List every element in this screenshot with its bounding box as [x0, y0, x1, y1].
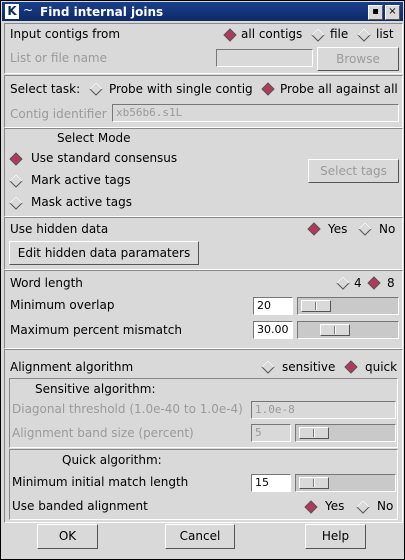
- select-tags-button[interactable]: Select tags: [308, 159, 399, 183]
- alignment-panel: Alignment algorithm sensitive quick Sens…: [4, 349, 403, 523]
- radio-word-8-label: 8: [387, 276, 395, 290]
- diagonal-threshold-label: Diagonal threshold (1.0e-40 to 1.0e-4): [12, 402, 243, 416]
- min-overlap-slider-thumb[interactable]: [301, 300, 331, 312]
- word-length-panel: Word length 4 8 Minimum overlap 20 Maxim…: [4, 270, 403, 349]
- band-size-input[interactable]: 5: [251, 424, 291, 442]
- browse-button[interactable]: Browse: [317, 47, 399, 71]
- min-match-length-slider-thumb[interactable]: [299, 477, 329, 489]
- contig-id-label: Contig identifier: [10, 107, 107, 121]
- max-mismatch-input[interactable]: 30.00: [253, 321, 293, 339]
- min-match-length-slider[interactable]: [295, 474, 396, 492]
- radio-mark-tags-label: Mark active tags: [31, 173, 131, 187]
- cancel-button[interactable]: Cancel: [165, 524, 235, 549]
- list-file-input[interactable]: [216, 49, 313, 67]
- radio-sensitive[interactable]: [261, 360, 275, 374]
- list-file-label: List or file name: [10, 51, 108, 65]
- title-bar[interactable]: K ~ Find internal joins ▪ ×: [2, 2, 403, 21]
- min-match-length-input[interactable]: 15: [251, 474, 291, 492]
- max-mismatch-slider[interactable]: [297, 321, 399, 339]
- input-contigs-label: Input contigs from: [10, 27, 121, 41]
- ok-button[interactable]: OK: [37, 524, 98, 549]
- radio-all-contigs-label: all contigs: [241, 27, 303, 41]
- min-overlap-input[interactable]: 20: [253, 297, 293, 315]
- word-length-label: Word length: [10, 276, 83, 290]
- radio-hidden-no[interactable]: [358, 222, 372, 236]
- max-mismatch-label: Maximum percent mismatch: [10, 323, 182, 337]
- min-overlap-label: Minimum overlap: [10, 298, 115, 312]
- band-size-label: Alignment band size (percent): [12, 426, 194, 440]
- quick-algorithm-panel: Quick algorithm: Minimum initial match l…: [9, 449, 398, 520]
- radio-banded-yes-label: Yes: [325, 499, 345, 513]
- min-overlap-slider[interactable]: [297, 297, 399, 315]
- max-mismatch-slider-thumb[interactable]: [320, 324, 350, 336]
- radio-word-4[interactable]: [336, 276, 350, 290]
- sensitive-algorithm-title: Sensitive algorithm:: [35, 382, 156, 396]
- band-size-slider-thumb[interactable]: [299, 427, 329, 439]
- radio-banded-no[interactable]: [356, 500, 370, 514]
- radio-hidden-yes[interactable]: [307, 222, 321, 236]
- hidden-data-panel: Use hidden data Yes No Edit hidden data …: [4, 217, 403, 270]
- edit-hidden-params-button[interactable]: Edit hidden data paramaters: [9, 241, 199, 265]
- radio-probe-all-label: Probe all against all: [280, 82, 398, 96]
- radio-standard-consensus-label: Use standard consensus: [31, 151, 178, 165]
- window-menu-icon[interactable]: ~: [23, 3, 33, 17]
- select-task-label: Select task:: [10, 82, 81, 96]
- radio-banded-yes[interactable]: [304, 500, 318, 514]
- radio-quick-label: quick: [365, 360, 398, 374]
- dialog-window: K ~ Find internal joins ▪ × Input contig…: [0, 0, 405, 560]
- radio-word-8[interactable]: [367, 276, 381, 290]
- help-button[interactable]: Help: [305, 524, 366, 549]
- radio-mark-tags[interactable]: [9, 174, 23, 188]
- radio-hidden-no-label: No: [379, 222, 396, 236]
- quick-algorithm-title: Quick algorithm:: [62, 453, 162, 467]
- app-logo-icon[interactable]: K: [5, 4, 19, 19]
- min-match-length-label: Minimum initial match length: [12, 475, 189, 489]
- radio-word-4-label: 4: [354, 276, 362, 290]
- task-panel: Select task: Probe with single contig Pr…: [4, 75, 403, 128]
- input-panel: Input contigs from all contigs file list…: [4, 23, 403, 74]
- radio-file-label: file: [330, 27, 349, 41]
- diagonal-threshold-input[interactable]: 1.0e-8: [251, 401, 396, 419]
- radio-sensitive-label: sensitive: [282, 360, 336, 374]
- radio-mask-tags-label: Mask active tags: [31, 195, 132, 209]
- select-mode-title: Select Mode: [57, 131, 131, 145]
- contig-id-input[interactable]: xb56b6.s1L: [112, 104, 399, 122]
- radio-file[interactable]: [311, 28, 325, 42]
- radio-probe-all[interactable]: [261, 82, 275, 96]
- radio-mask-tags[interactable]: [9, 196, 23, 210]
- alignment-algorithm-label: Alignment algorithm: [10, 360, 134, 374]
- banded-alignment-label: Use banded alignment: [12, 499, 148, 513]
- sensitive-algorithm-panel: Sensitive algorithm: Diagonal threshold …: [9, 378, 398, 448]
- radio-hidden-yes-label: Yes: [328, 222, 348, 236]
- radio-standard-consensus[interactable]: [9, 152, 23, 166]
- mode-panel: Select Mode Use standard consensus Mark …: [4, 128, 403, 217]
- window-title: Find internal joins: [40, 5, 164, 19]
- radio-list-label: list: [376, 27, 394, 41]
- radio-banded-no-label: No: [377, 499, 394, 513]
- radio-quick[interactable]: [344, 360, 358, 374]
- hidden-data-label: Use hidden data: [10, 222, 109, 236]
- radio-probe-single-label: Probe with single contig: [109, 82, 253, 96]
- band-size-slider[interactable]: [295, 424, 396, 442]
- radio-all-contigs[interactable]: [223, 28, 237, 42]
- radio-probe-single[interactable]: [89, 82, 103, 96]
- radio-list[interactable]: [357, 28, 371, 42]
- minimize-icon[interactable]: ▪: [368, 5, 383, 20]
- close-icon[interactable]: ×: [385, 5, 400, 20]
